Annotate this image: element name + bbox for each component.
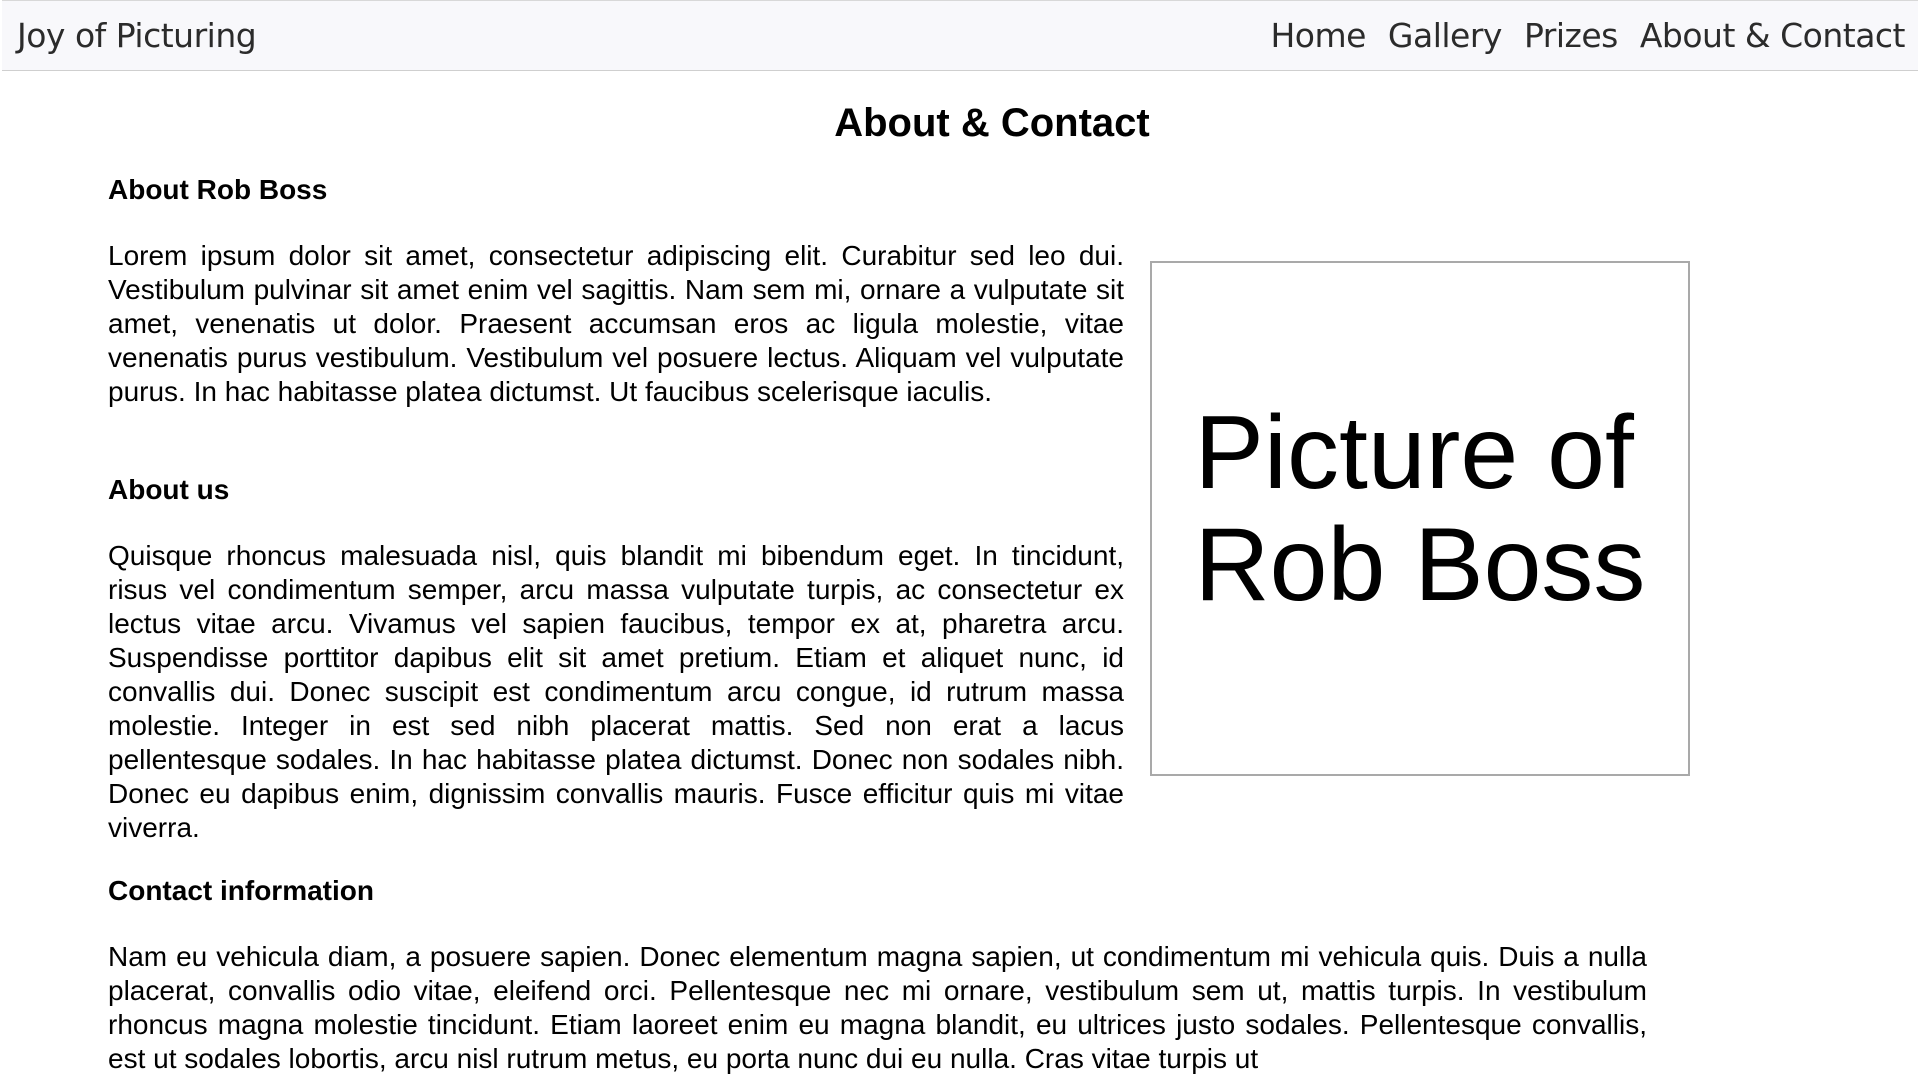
nav-link-about-contact[interactable]: About & Contact — [1640, 16, 1906, 56]
rob-boss-picture-placeholder: Picture of Rob Boss — [1150, 261, 1690, 776]
about-us-heading: About us — [108, 474, 230, 505]
nav-links: Home Gallery Prizes About & Contact — [1270, 16, 1905, 56]
picture-caption-line2: Rob Boss — [1194, 506, 1646, 623]
nav-link-prizes[interactable]: Prizes — [1524, 16, 1618, 56]
brand-link[interactable]: Joy of Picturing — [17, 16, 257, 56]
top-navbar: Joy of Picturing Home Gallery Prizes Abo… — [2, 0, 1918, 71]
contact-heading: Contact information — [108, 875, 374, 906]
picture-caption: Picture of Rob Boss — [1195, 397, 1646, 621]
page-title: About & Contact — [834, 101, 1150, 145]
about-us-text: Quisque rhoncus malesuada nisl, quis bla… — [108, 540, 1124, 843]
nav-link-home[interactable]: Home — [1270, 16, 1366, 56]
about-rob-text: Lorem ipsum dolor sit amet, consectetur … — [108, 240, 1124, 407]
contact-text: Nam eu vehicula diam, a posuere sapien. … — [108, 941, 1647, 1074]
about-rob-heading: About Rob Boss — [108, 174, 328, 205]
picture-caption-line1: Picture of — [1194, 394, 1634, 511]
nav-link-gallery[interactable]: Gallery — [1388, 16, 1503, 56]
